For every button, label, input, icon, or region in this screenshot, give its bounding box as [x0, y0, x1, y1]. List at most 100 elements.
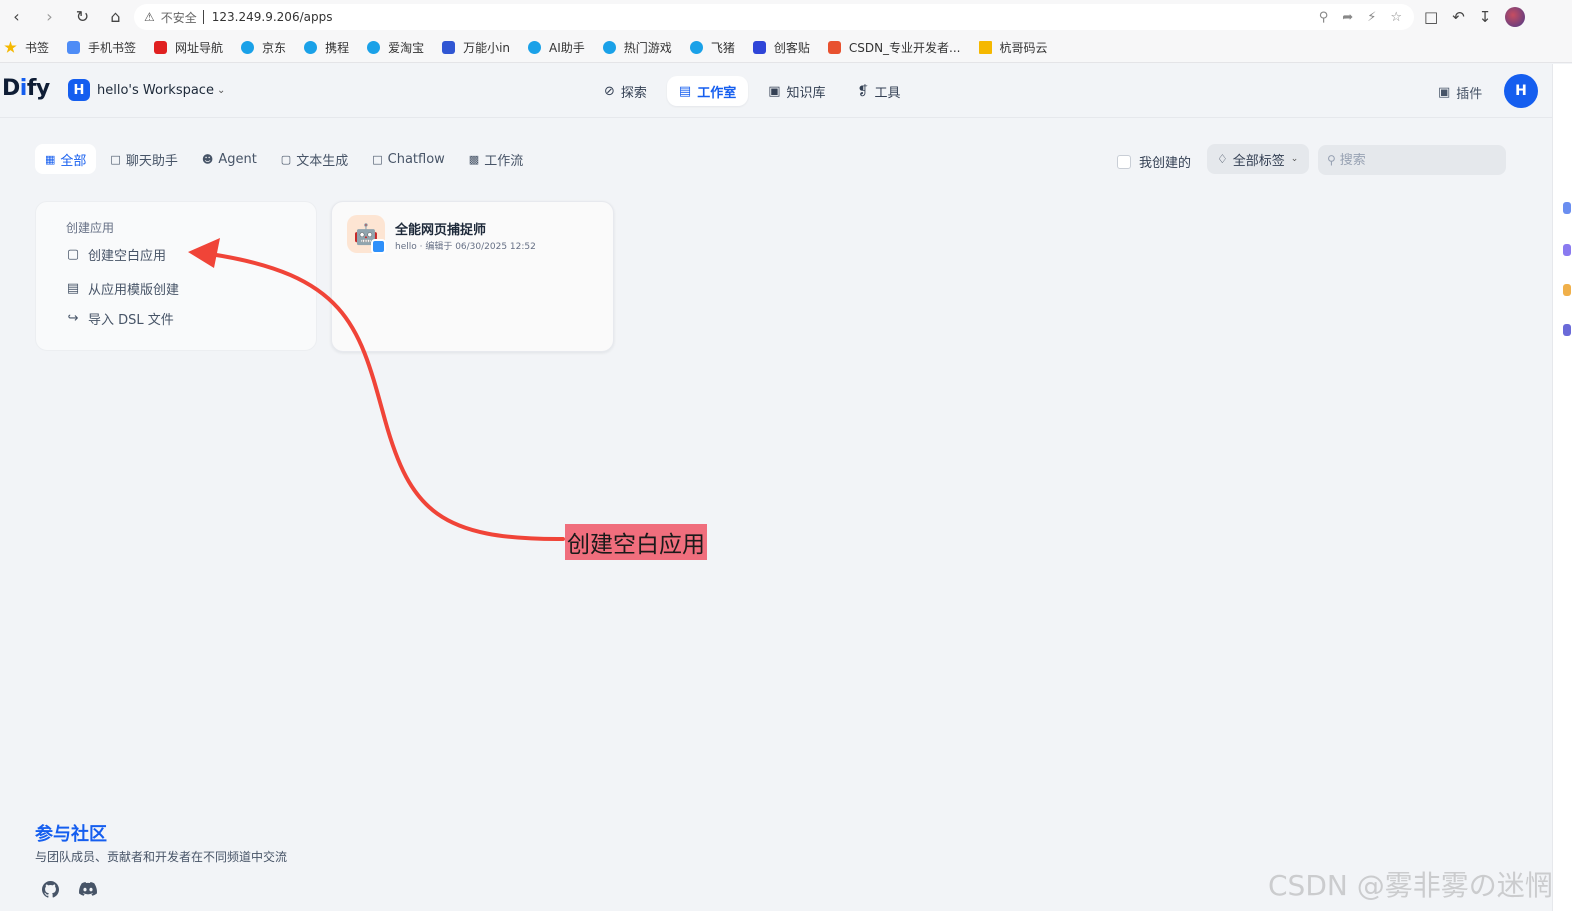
create-blank-label: 创建空白应用: [88, 249, 167, 264]
bookmark-item[interactable]: 书签: [4, 39, 49, 56]
app-header: Dify H hello's Workspace ⌄ ⊘ 探索 ▤ 工作室 ▣ 知识库 ❡ 工…: [0, 64, 1552, 118]
bookmark-label: AI助手: [549, 41, 585, 55]
insecure-label: 不安全: [160, 10, 197, 25]
bookmark-item[interactable]: 创客贴: [752, 39, 810, 56]
document-icon: ▢: [280, 152, 292, 166]
search-icon: ⚲: [1327, 153, 1336, 167]
star-icon[interactable]: ☆: [1390, 10, 1402, 25]
created-by-me-toggle[interactable]: 我创建的: [1117, 152, 1191, 171]
bookmark-item[interactable]: 京东: [241, 39, 286, 56]
bookmark-item[interactable]: 携程: [304, 39, 349, 56]
bookmarks-bar: 书签 手机书签 网址导航 京东 携程 爱淘宝 万能小in AI助手 热门游戏 飞猪 创客贴 CSDN_…: [0, 33, 1572, 63]
bookmark-icon: [4, 41, 17, 53]
nav-tab-1[interactable]: ▤ 工作室: [666, 76, 749, 106]
nav-tab-3[interactable]: ❡ 工具: [846, 76, 913, 106]
browser-right-icons: □ ↶ ↧: [1424, 0, 1526, 33]
bookmark-icon: [367, 41, 381, 54]
community-title[interactable]: 参与社区: [35, 820, 107, 846]
bolt-icon[interactable]: ⚡: [1367, 10, 1376, 25]
bookmark-label: 手机书签: [88, 41, 137, 55]
address-bar[interactable]: ⚠ 不安全 123.249.9.206/apps ⚲ ➦ ⚡ ☆: [134, 4, 1414, 30]
bookmark-icon: [304, 41, 318, 54]
bookmark-label: 创客贴: [773, 41, 810, 55]
search-input[interactable]: [1339, 152, 1490, 168]
create-blank-app-button[interactable]: ▢ 创建空白应用: [66, 245, 166, 264]
edge-icon-1: [1563, 202, 1571, 214]
bookmark-item[interactable]: AI助手: [528, 39, 585, 56]
user-avatar[interactable]: H: [1504, 74, 1538, 108]
nav-tab-0[interactable]: ⊘ 探索: [592, 76, 659, 106]
workspace-switcher[interactable]: H hello's Workspace ⌄: [68, 79, 225, 101]
chevron-down-icon: ⌄: [1290, 154, 1299, 164]
nav-tab-label: 知识库: [786, 85, 826, 101]
download-icon[interactable]: ↧: [1479, 8, 1492, 26]
bookmark-item[interactable]: 网址导航: [154, 39, 223, 56]
filter-tab-label: 工作流: [484, 153, 524, 169]
search-box[interactable]: ⚲: [1318, 145, 1506, 175]
nav-tab-2[interactable]: ▣ 知识库: [756, 76, 837, 106]
bookmark-icon: [528, 41, 542, 54]
back-icon[interactable]: ‹: [0, 0, 33, 33]
nav-tab-label: 工作室: [697, 85, 737, 101]
nav-tab-label: 工具: [874, 85, 901, 101]
filter-tab-3[interactable]: ▢ 文本生成: [271, 144, 358, 174]
url-text: 123.249.9.206/apps: [211, 10, 333, 24]
bookmark-label: 飞猪: [710, 41, 735, 55]
filter-tab-0[interactable]: ▦ 全部: [35, 144, 97, 174]
reload-icon[interactable]: ↻: [66, 0, 99, 33]
agent-icon: ☻: [201, 152, 214, 166]
filter-tab-label: 聊天助手: [125, 153, 178, 169]
github-icon[interactable]: [40, 879, 60, 899]
share-icon[interactable]: ➦: [1342, 10, 1353, 25]
create-from-template-button[interactable]: ▤ 从应用模版创建: [66, 279, 179, 298]
profile-icon[interactable]: [1505, 6, 1526, 27]
nav-tab-label: 探索: [620, 85, 647, 101]
bookmark-label: 热门游戏: [623, 41, 672, 55]
address-icons: ⚲ ➦ ⚡ ☆: [1319, 4, 1402, 30]
plugins-button[interactable]: ▣ 插件: [1438, 83, 1482, 102]
plugins-label: 插件: [1456, 87, 1483, 102]
bookmark-item[interactable]: 万能小in: [442, 39, 510, 56]
bookmark-label: CSDN_专业开发者...: [848, 41, 961, 55]
filter-tab-1[interactable]: □ 聊天助手: [100, 144, 187, 174]
discord-icon[interactable]: [78, 879, 98, 899]
app-card[interactable]: 🤖 全能网页捕捉师 hello · 编辑于 06/30/2025 12:52: [331, 201, 614, 352]
chat-badge-icon: [371, 239, 386, 254]
github-svg: [41, 880, 59, 898]
dify-logo[interactable]: Dify: [2, 76, 50, 101]
bookmark-label: 携程: [325, 41, 350, 55]
bookmark-item[interactable]: 爱淘宝: [367, 39, 424, 56]
forward-icon[interactable]: ›: [33, 0, 66, 33]
filter-tab-5[interactable]: ▩ 工作流: [459, 144, 533, 174]
history-icon[interactable]: ↶: [1452, 8, 1465, 26]
bookmark-item[interactable]: 杭哥码云: [978, 39, 1048, 56]
import-dsl-button[interactable]: ↪ 导入 DSL 文件: [66, 309, 174, 328]
bookmark-icon: [752, 41, 766, 54]
bookmark-item[interactable]: 飞猪: [689, 39, 735, 56]
create-template-label: 从应用模版创建: [88, 283, 180, 298]
bookmark-item[interactable]: 手机书签: [67, 39, 136, 56]
filter-tab-4[interactable]: □ Chatflow: [362, 144, 455, 174]
import-icon: ↪: [67, 311, 79, 326]
create-app-title: 创建应用: [66, 221, 115, 235]
edge-icon-2: [1563, 244, 1571, 256]
logo-text-d: D: [2, 76, 20, 101]
bookmark-icon: [602, 41, 616, 54]
browser-toolbar: ‹ › ↻ ⌂ ⚠ 不安全 123.249.9.206/apps ⚲ ➦ ⚡ ☆…: [0, 0, 1572, 33]
created-by-me-label: 我创建的: [1139, 156, 1192, 171]
created-by-me-checkbox[interactable]: [1117, 154, 1131, 169]
right-edge-panel: [1552, 64, 1572, 911]
app-name: 全能网页捕捉师: [395, 223, 487, 238]
workspace-name: hello's Workspace: [97, 82, 214, 98]
tags-dropdown[interactable]: ♢ 全部标签 ⌄: [1207, 144, 1309, 174]
filter-tab-2[interactable]: ☻ Agent: [192, 144, 267, 174]
compass-icon: ⊘: [604, 83, 615, 99]
extensions-icon[interactable]: □: [1424, 8, 1438, 26]
key-icon[interactable]: ⚲: [1319, 10, 1329, 25]
bookmark-item[interactable]: CSDN_专业开发者...: [827, 39, 961, 56]
grid-icon: ▦: [45, 152, 56, 166]
robot-icon: ▤: [678, 83, 692, 99]
home-icon[interactable]: ⌂: [99, 0, 132, 33]
bookmark-item[interactable]: 热门游戏: [602, 39, 672, 56]
bookmark-icon: [689, 41, 703, 54]
